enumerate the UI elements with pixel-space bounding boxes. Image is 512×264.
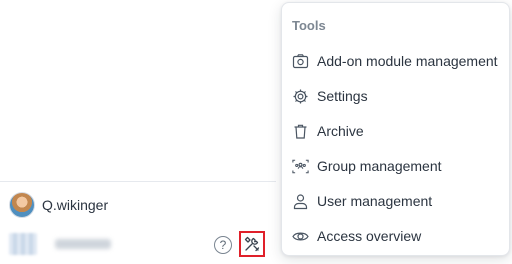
tenant-logo [9,233,37,255]
menu-item-label: User management [317,193,433,209]
user-icon [292,193,309,210]
camera-box-icon [292,53,309,70]
current-user[interactable]: Q.wikinger [9,192,108,218]
eye-icon [292,228,309,245]
tenant-info[interactable] [9,232,111,256]
menu-item-addon-module-management[interactable]: Add-on module management [292,46,504,76]
tools-button[interactable] [239,231,265,257]
tenant-name [55,239,111,249]
trash-icon [292,123,309,140]
group-icon [292,158,309,175]
sidebar-divider [0,181,276,182]
menu-item-access-overview[interactable]: Access overview [292,221,504,251]
menu-item-archive[interactable]: Archive [292,116,504,146]
menu-item-label: Settings [317,88,368,104]
menu-item-settings[interactable]: Settings [292,81,504,111]
menu-item-label: Access overview [317,228,422,244]
menu-item-label: Add-on module management [317,53,498,69]
menu-title: Tools [292,18,326,33]
gear-icon [292,88,309,105]
username: Q.wikinger [42,197,109,213]
avatar [9,192,35,218]
menu-item-group-management[interactable]: Group management [292,151,504,181]
menu-item-user-management[interactable]: User management [292,186,504,216]
help-button[interactable]: ? [214,236,232,254]
menu-item-label: Group management [317,158,442,174]
tools-icon [243,235,261,253]
tools-menu: Tools Add-on module management Settings [281,2,510,256]
sidebar: Q.wikinger ? [0,0,276,264]
menu-item-label: Archive [317,123,364,139]
question-circle-icon: ? [219,238,227,252]
